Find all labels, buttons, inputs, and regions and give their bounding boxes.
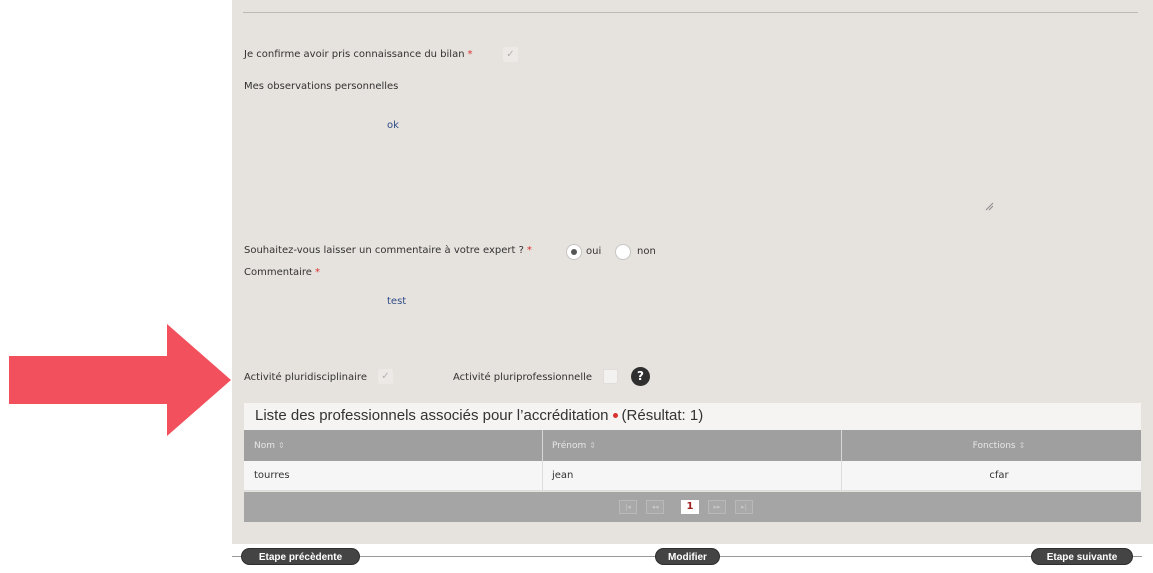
radio-non[interactable] xyxy=(615,244,631,260)
comment-label: Commentaire * xyxy=(244,267,320,279)
required-mark: * xyxy=(467,49,473,60)
table-title: Liste des professionnels associés pour l… xyxy=(244,403,1141,430)
activity-pluridisciplinaire-checkbox[interactable]: ✓ xyxy=(378,369,393,384)
required-mark: * xyxy=(526,245,532,256)
activity-pluridisciplinaire-label: Activité pluridisciplinaire xyxy=(244,372,367,383)
comment-label-text: Commentaire xyxy=(244,267,312,278)
radio-oui[interactable] xyxy=(566,244,582,260)
observations-textarea[interactable]: ok xyxy=(387,120,399,132)
column-header-nom[interactable]: Nom ⇕ xyxy=(254,430,285,461)
page: Je confirme avoir pris connaissance du b… xyxy=(0,0,1153,573)
column-divider xyxy=(841,461,842,491)
column-divider xyxy=(542,461,543,491)
modify-button[interactable]: Modifier xyxy=(655,548,720,565)
column-divider xyxy=(841,430,842,461)
column-header-fonctions-label: Fonctions xyxy=(972,441,1016,451)
radio-non-label[interactable]: non xyxy=(637,246,656,258)
column-header-fonctions[interactable]: Fonctions ⇕ xyxy=(954,430,1044,461)
sort-icon: ⇕ xyxy=(589,441,596,450)
divider xyxy=(243,12,1138,13)
column-header-prenom-label: Prénom xyxy=(552,441,587,451)
column-divider xyxy=(542,430,543,461)
cell-prenom: jean xyxy=(552,470,574,481)
confirm-checkbox[interactable]: ✓ xyxy=(503,47,518,62)
first-page-button[interactable]: |◂ xyxy=(619,500,637,514)
next-page-button[interactable]: ▸▸ xyxy=(708,500,726,514)
textarea-resize-handle-icon[interactable] xyxy=(985,202,994,211)
table-row[interactable]: tourres jean cfar xyxy=(244,461,1141,491)
confirm-label-text: Je confirme avoir pris connaissance du b… xyxy=(244,49,465,60)
activity-pluriprofessionnelle-label: Activité pluriprofessionnelle xyxy=(453,372,593,383)
required-dot-icon xyxy=(612,412,618,418)
comment-question-label: Souhaitez-vous laisser un commentaire à … xyxy=(244,245,532,257)
table-header: Nom ⇕ Prénom ⇕ Fonctions ⇕ xyxy=(244,430,1141,461)
required-mark: * xyxy=(314,267,320,278)
sort-icon: ⇕ xyxy=(278,441,285,450)
professionals-table: Liste des professionnels associés pour l… xyxy=(244,403,1141,522)
next-step-button[interactable]: Etape suivante xyxy=(1031,548,1133,565)
comment-textarea[interactable]: test xyxy=(387,296,406,308)
sort-icon: ⇕ xyxy=(1018,441,1026,450)
radio-oui-label[interactable]: oui xyxy=(586,246,601,258)
help-icon[interactable]: ? xyxy=(631,367,650,386)
page-number-button[interactable]: 1 xyxy=(681,500,699,514)
activity-pluriprofessionnelle-checkbox[interactable] xyxy=(603,369,618,384)
previous-step-button[interactable]: Etape précèdente xyxy=(241,548,360,565)
table-title-text: Liste des professionnels associés pour l… xyxy=(255,407,609,424)
column-header-prenom[interactable]: Prénom ⇕ xyxy=(552,430,596,461)
cell-fonctions: cfar xyxy=(989,470,1009,481)
pagination: |◂ ◂◂ 1 ▸▸ ▸| xyxy=(244,492,1141,522)
red-arrow-annotation xyxy=(9,324,231,436)
confirm-label: Je confirme avoir pris connaissance du b… xyxy=(244,49,473,61)
observations-label: Mes observations personnelles xyxy=(244,81,399,92)
column-header-nom-label: Nom xyxy=(254,441,276,451)
last-page-button[interactable]: ▸| xyxy=(735,500,753,514)
result-count: (Résultat: 1) xyxy=(621,407,704,424)
previous-page-button[interactable]: ◂◂ xyxy=(646,500,664,514)
comment-question-text: Souhaitez-vous laisser un commentaire à … xyxy=(244,245,524,256)
cell-nom: tourres xyxy=(254,470,290,481)
